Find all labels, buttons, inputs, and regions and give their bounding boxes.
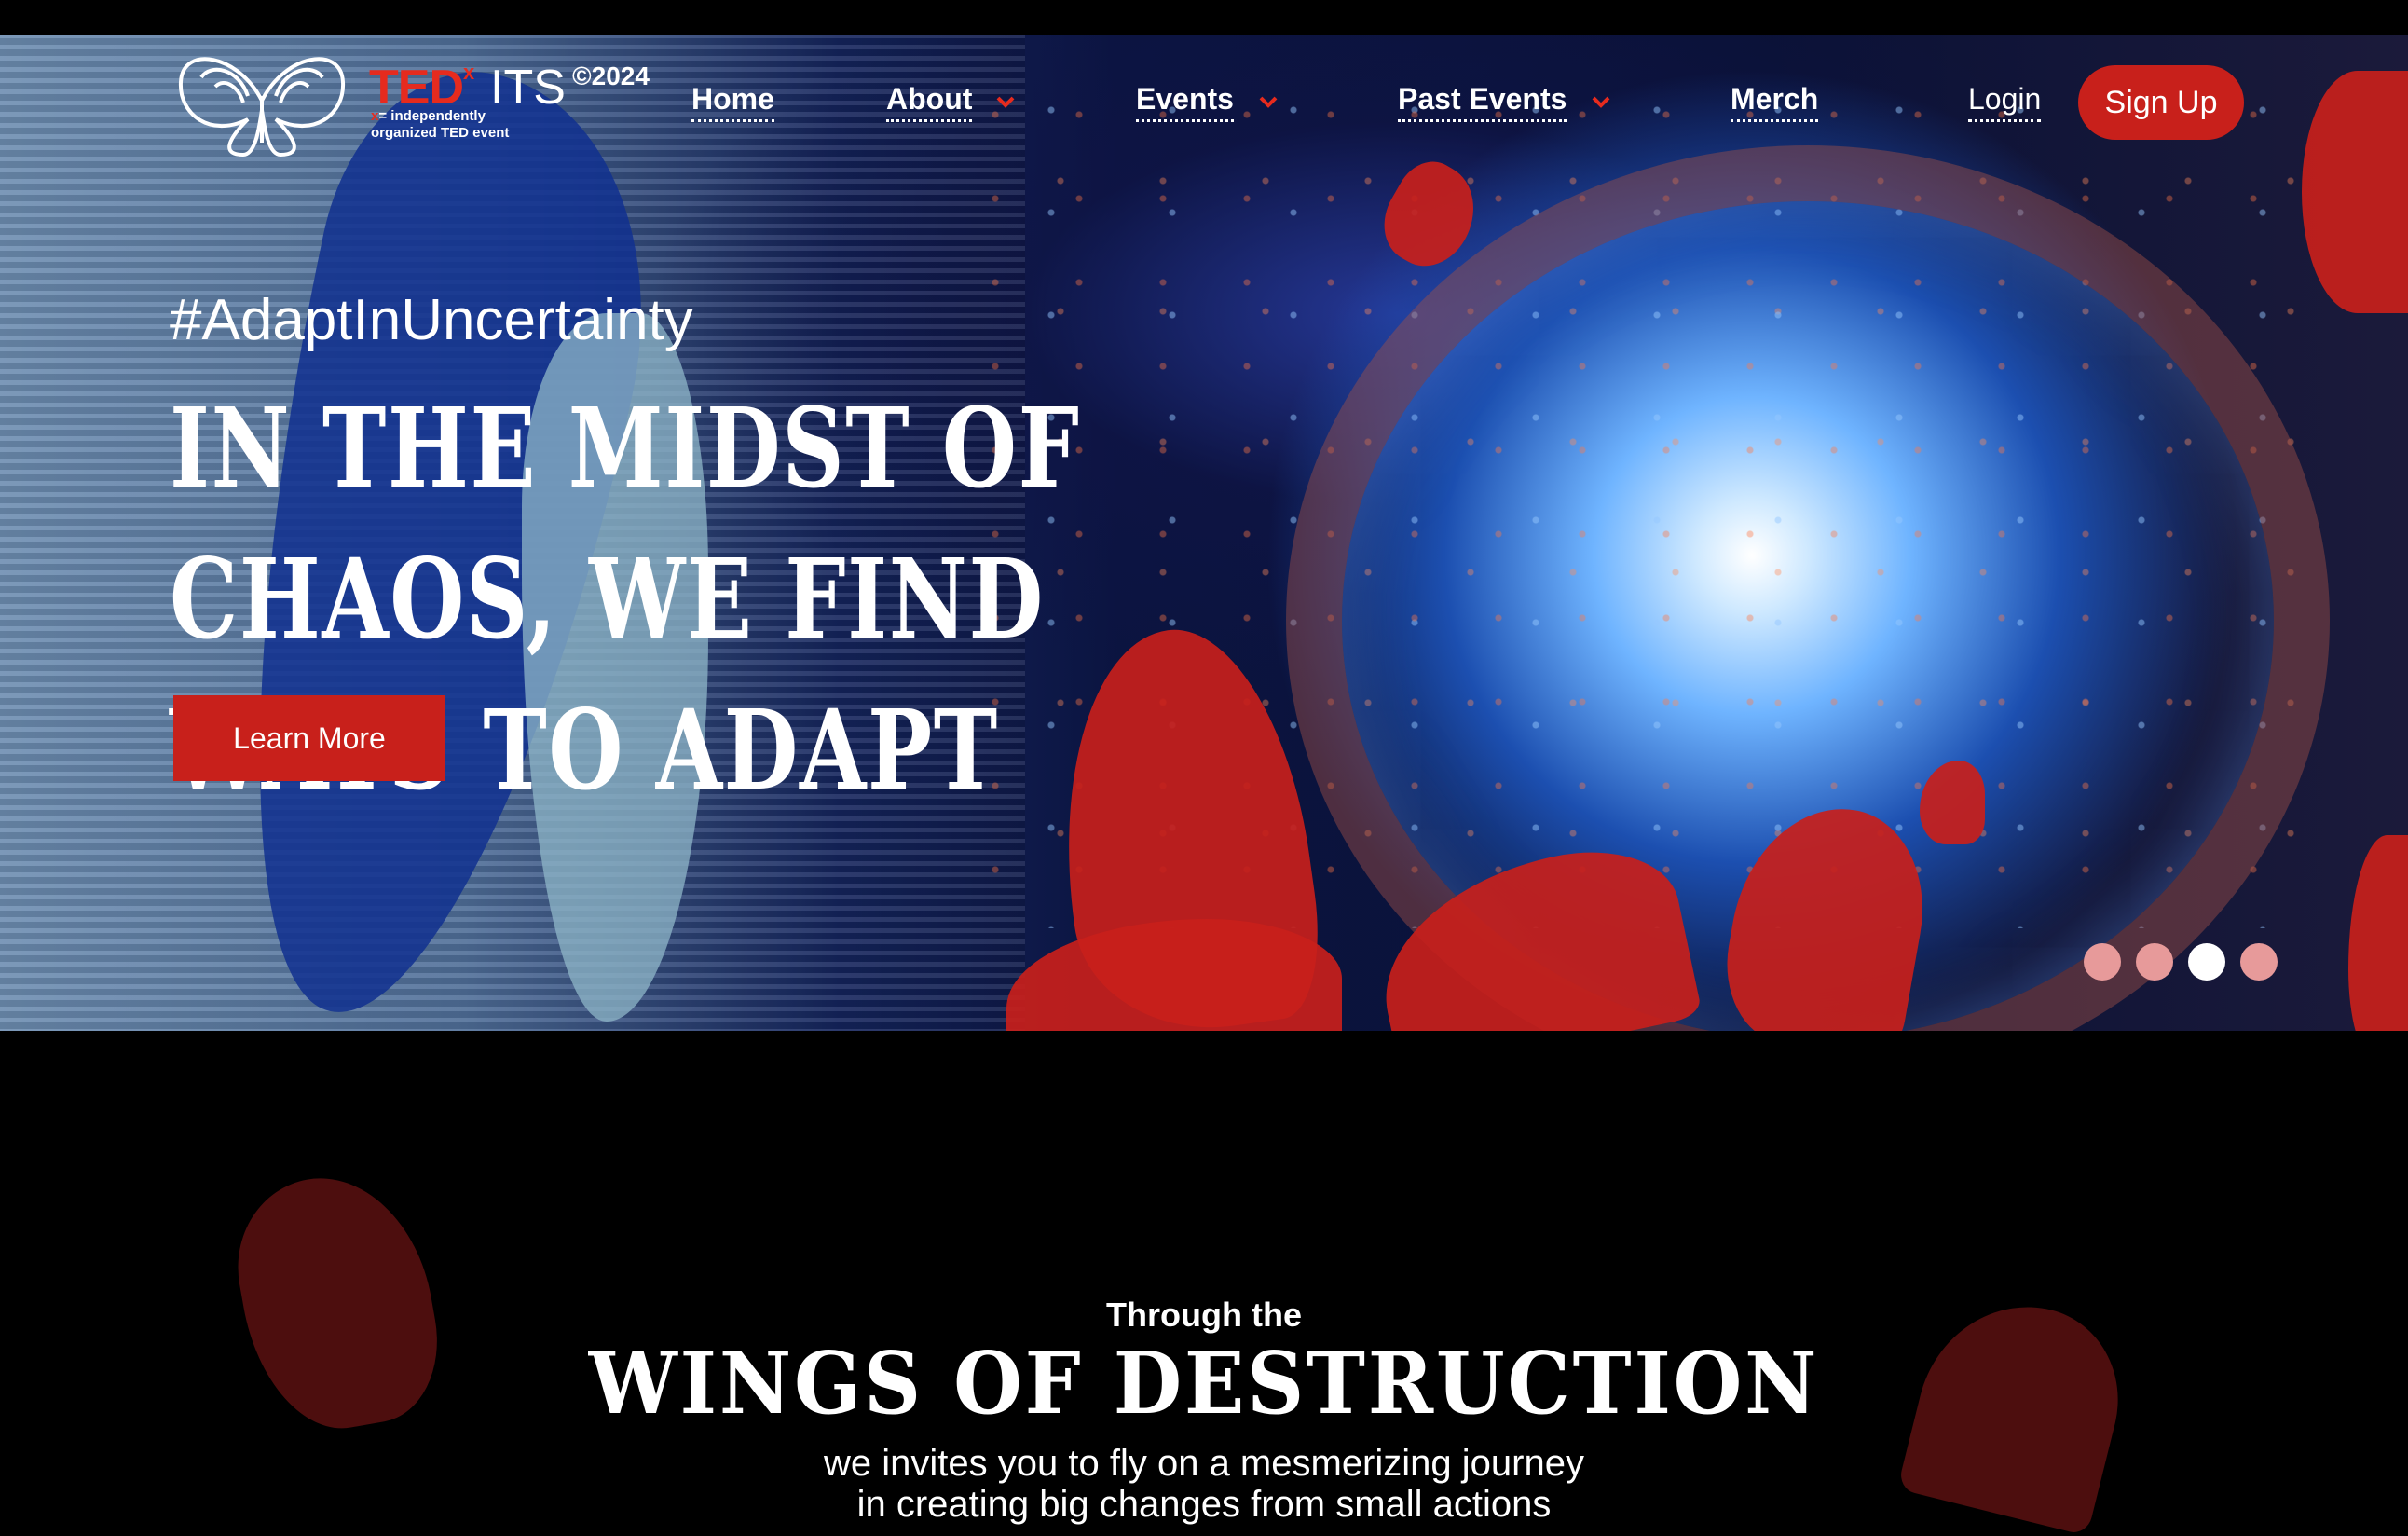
logo-subtitle: x= independently organized TED event — [371, 108, 510, 141]
carousel-dot[interactable] — [2084, 943, 2121, 981]
carousel-dot[interactable] — [2136, 943, 2173, 981]
site-logo[interactable]: TEDx ITS ©2024 x= independently organize… — [173, 45, 667, 166]
login-link[interactable]: Login — [1968, 82, 2042, 122]
nav-merch[interactable]: Merch — [1731, 82, 1819, 122]
carousel-dot-active[interactable] — [2188, 943, 2225, 981]
nav-about[interactable]: About — [886, 82, 973, 122]
nav-home[interactable]: Home — [691, 82, 774, 122]
tagline-line1: we invites you to fly on a mesmerizing j… — [824, 1443, 1584, 1484]
chevron-down-icon[interactable] — [993, 89, 1018, 114]
tagline-line2: in creating big changes from small actio… — [856, 1484, 1552, 1525]
chevron-down-icon[interactable] — [1256, 89, 1280, 114]
logo-ted-text: TEDx — [369, 61, 474, 115]
section-kicker: Through the — [1106, 1296, 1302, 1334]
nav-events[interactable]: Events — [1136, 82, 1234, 122]
logo-its-text: ITS — [490, 61, 566, 115]
section-tagline: we invites you to fly on a mesmerizing j… — [0, 1443, 2408, 1525]
hero-headline-line1: IN THE MIDST OF CHAOS, WE FIND — [170, 383, 1081, 664]
butterfly-icon — [2302, 71, 2408, 313]
butterfly-icon — [2348, 835, 2408, 1031]
top-strip — [0, 0, 2408, 35]
signup-button[interactable]: Sign Up — [2078, 65, 2244, 140]
chevron-down-icon[interactable] — [1589, 89, 1613, 114]
butterfly-icon — [1006, 919, 1342, 1031]
carousel-dot[interactable] — [2240, 943, 2278, 981]
learn-more-button[interactable]: Learn More — [173, 695, 445, 781]
section-title: WINGS OF DESTRUCTION — [588, 1333, 1820, 1433]
logo-year: ©2024 — [572, 62, 650, 90]
nav-past-events[interactable]: Past Events — [1398, 82, 1567, 122]
hero-hashtag: #AdaptInUncertainty — [170, 288, 693, 352]
butterfly-logo-icon — [178, 57, 346, 158]
